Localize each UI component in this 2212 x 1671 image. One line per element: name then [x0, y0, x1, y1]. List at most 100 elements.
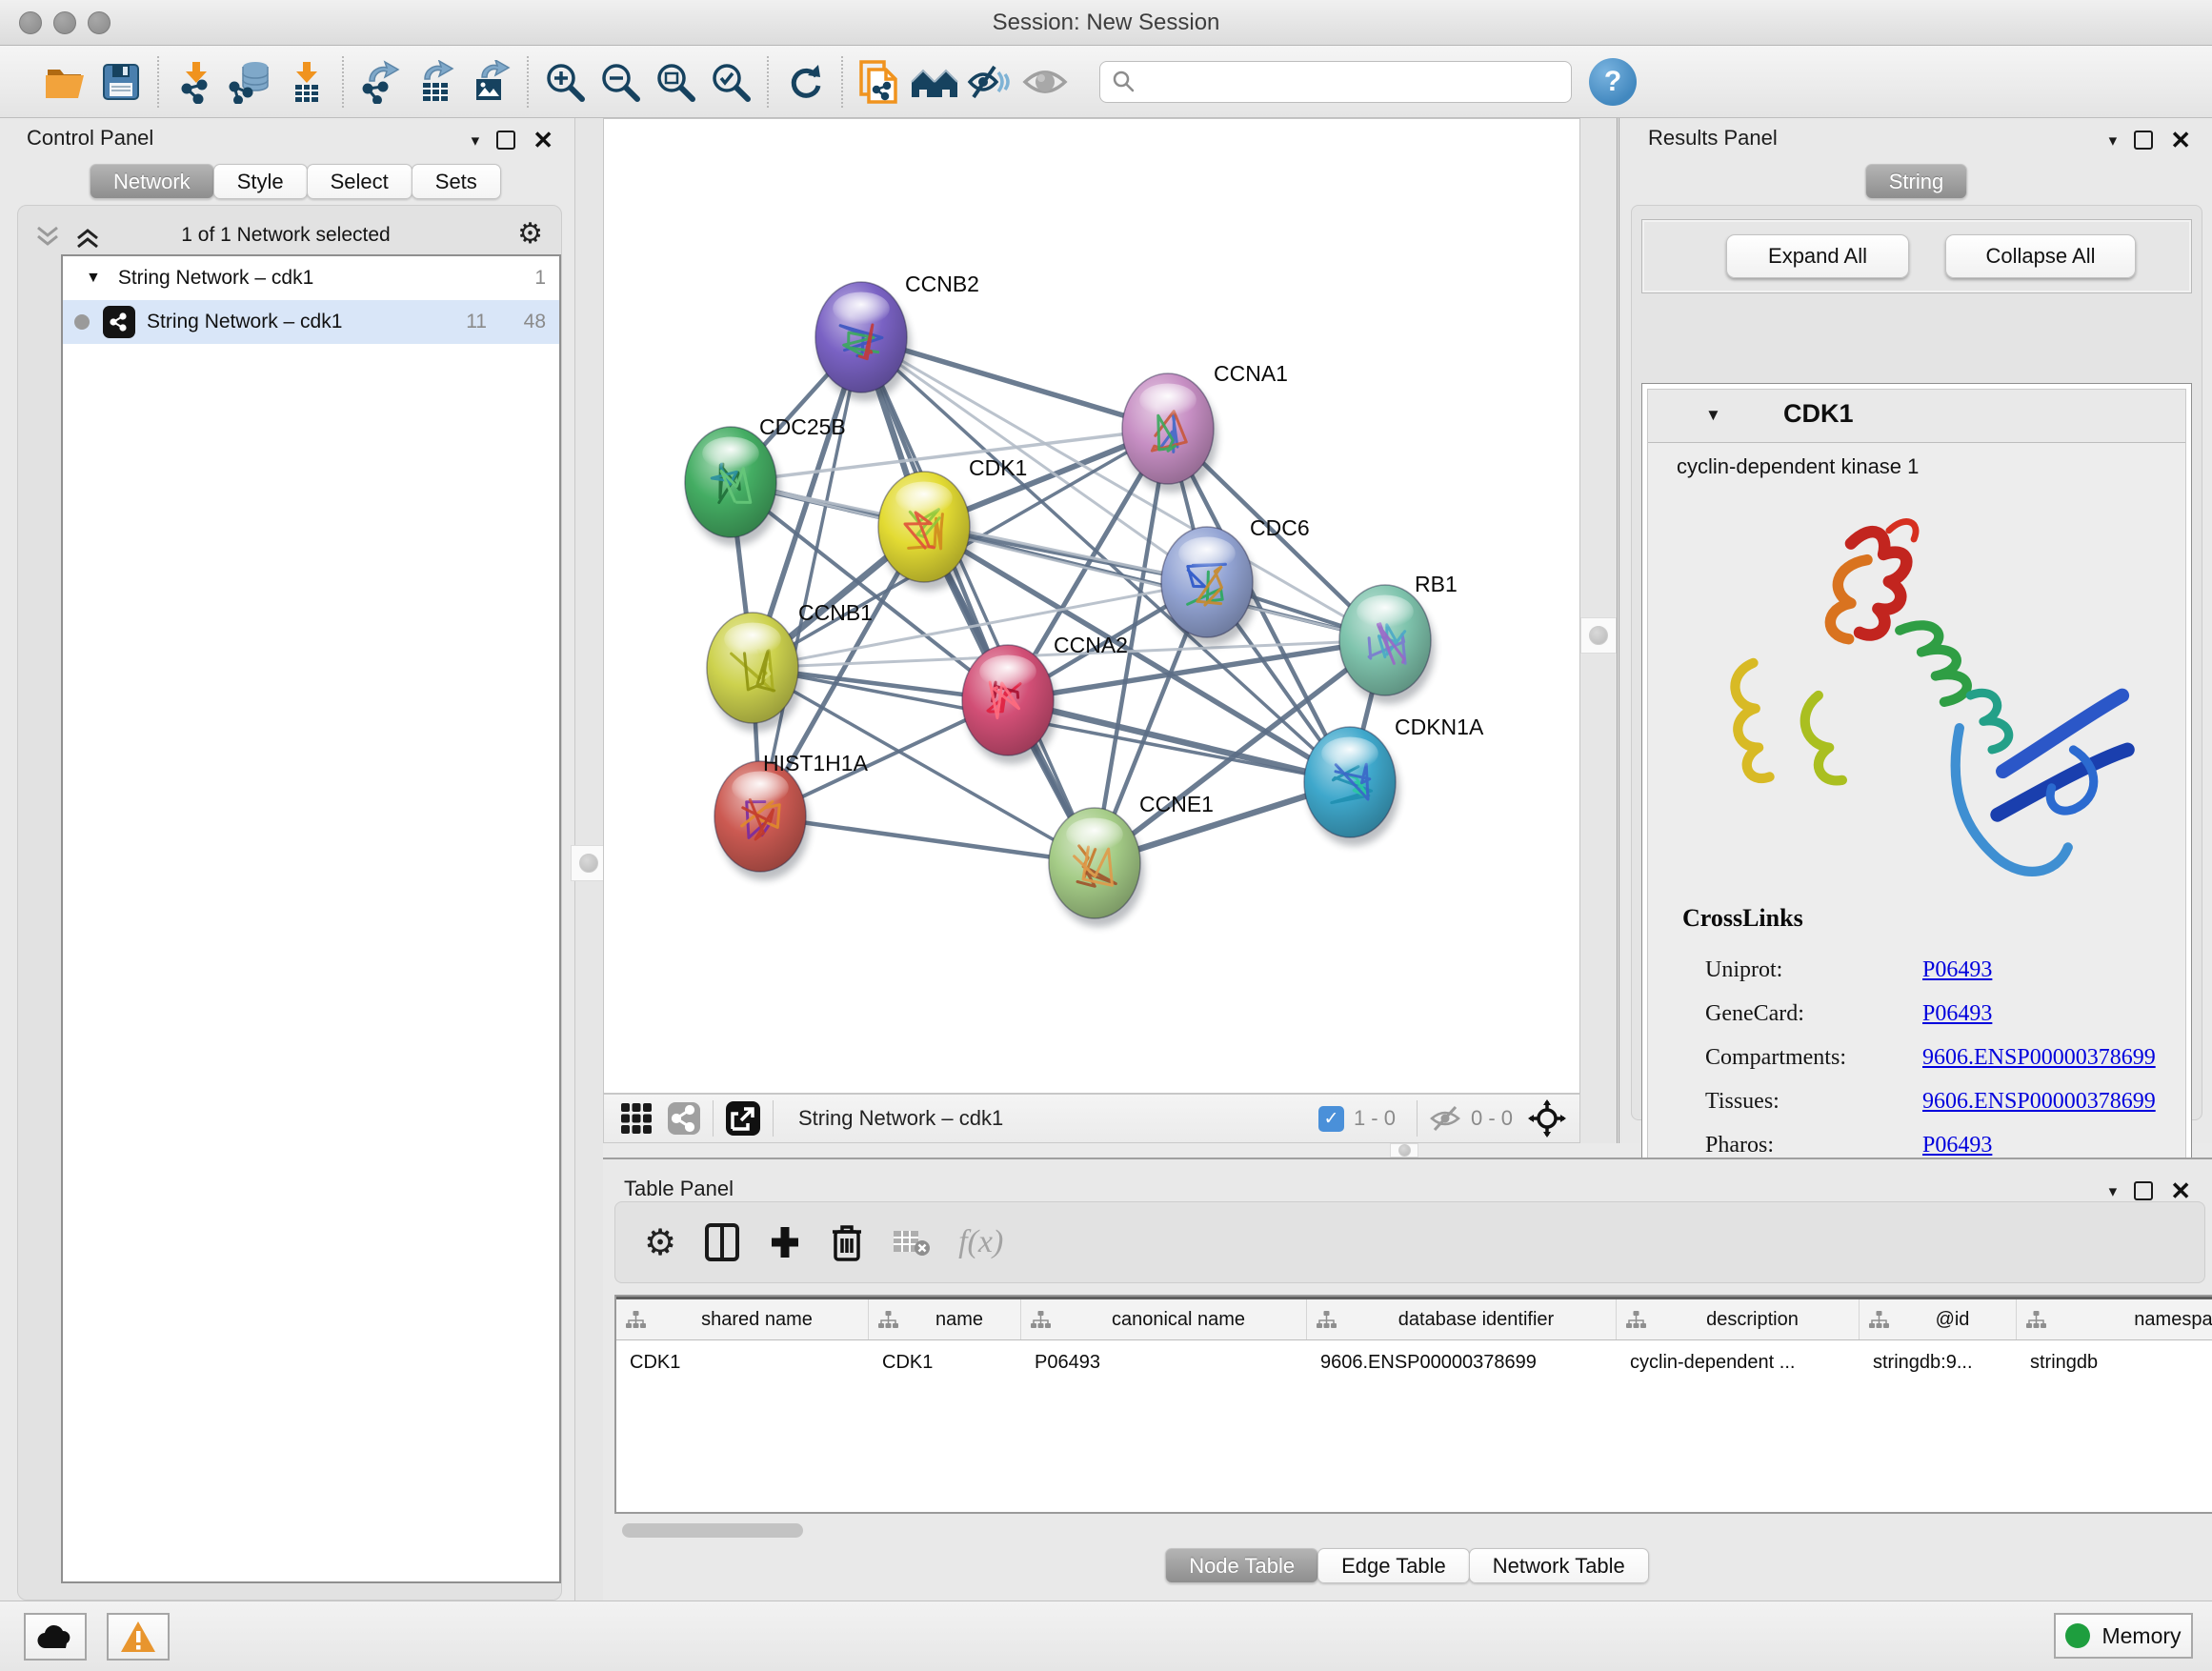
table-panel-menu-caret[interactable]: ▾ [2109, 1183, 2118, 1199]
tab-select[interactable]: Select [307, 164, 412, 199]
table-column-header[interactable]: description [1617, 1299, 1860, 1339]
left-splitter-handle[interactable] [571, 845, 607, 881]
gene-card-header[interactable]: ▼ CDK1 [1648, 390, 2185, 443]
network-node-CCNB1[interactable] [707, 613, 802, 732]
selected-nodes-checkbox[interactable]: ✓ [1318, 1106, 1344, 1132]
control-panel-menu-caret[interactable]: ▾ [472, 132, 480, 149]
right-splitter[interactable] [1580, 118, 1621, 1143]
results-panel-close-button[interactable]: ✕ [2170, 128, 2191, 152]
control-panel-float-button[interactable] [496, 131, 515, 150]
table-options-button[interactable]: ⚙ [644, 1224, 676, 1260]
network-row[interactable]: String Network – cdk1 11 48 [63, 300, 559, 344]
network-node-CCNA2[interactable] [962, 645, 1057, 764]
show-columns-button[interactable] [705, 1223, 739, 1261]
table-horizontal-scrollbar[interactable] [622, 1523, 803, 1538]
crosslink-link[interactable]: P06493 [1922, 957, 1992, 983]
results-panel-float-button[interactable] [2134, 131, 2153, 150]
network-node-RB1[interactable] [1339, 585, 1435, 704]
birdseye-view-button[interactable] [725, 1100, 761, 1137]
open-session-button[interactable] [38, 53, 93, 111]
table-column-header[interactable]: shared name [616, 1299, 869, 1339]
cloud-status-button[interactable] [24, 1613, 87, 1661]
fit-content-button[interactable] [1528, 1099, 1566, 1137]
tab-edge-table[interactable]: Edge Table [1317, 1548, 1470, 1583]
table-row[interactable]: CDK1CDK1P064939606.ENSP00000378699cyclin… [616, 1340, 2212, 1384]
grid-mode-button[interactable] [619, 1101, 654, 1136]
table-splitter-handle[interactable] [1390, 1143, 1418, 1158]
refresh-button[interactable] [777, 53, 833, 111]
save-session-button[interactable] [93, 53, 149, 111]
import-table-file-button[interactable] [278, 53, 333, 111]
table-cell[interactable]: CDK1 [616, 1340, 869, 1384]
export-table-button[interactable] [408, 53, 463, 111]
table-cell[interactable]: stringdb:9... [1860, 1340, 2017, 1384]
delete-column-button[interactable] [831, 1222, 863, 1262]
export-network-button[interactable] [352, 53, 408, 111]
tab-network[interactable]: Network [90, 164, 214, 199]
table-cell[interactable]: CDK1 [869, 1340, 1021, 1384]
table-panel-float-button[interactable] [2134, 1181, 2153, 1200]
tab-sets[interactable]: Sets [412, 164, 501, 199]
tab-network-table[interactable]: Network Table [1469, 1548, 1649, 1583]
network-collection-row[interactable]: ▼ String Network – cdk1 1 [63, 256, 559, 300]
gene-card-expander-icon[interactable]: ▼ [1705, 407, 1721, 423]
network-node-CDC6[interactable] [1161, 527, 1257, 646]
table-cell[interactable]: 9606.ENSP00000378699 [1307, 1340, 1617, 1384]
network-view-canvas[interactable]: CCNB2CCNA1CDC25BCDK1CDC6RB1CCNB1CCNA2CDK… [603, 118, 1580, 1094]
table-column-header[interactable]: canonical name [1021, 1299, 1307, 1339]
table-column-header[interactable]: database identifier [1307, 1299, 1617, 1339]
right-splitter-handle[interactable] [1580, 617, 1617, 654]
string-protein-query-button[interactable] [852, 53, 907, 111]
network-node-CDK1[interactable] [878, 472, 974, 591]
table-cell[interactable]: cyclin-dependent ... [1617, 1340, 1860, 1384]
string-settings-button[interactable] [907, 53, 962, 111]
network-node-CDKN1A[interactable] [1304, 727, 1399, 846]
crosslink-link[interactable]: P06493 [1922, 1001, 1992, 1027]
results-panel-menu-caret[interactable]: ▾ [2109, 132, 2118, 149]
table-panel-close-button[interactable]: ✕ [2170, 1178, 2191, 1203]
hidden-eye-icon[interactable] [1429, 1105, 1461, 1132]
import-network-file-button[interactable] [168, 53, 223, 111]
network-mode-button[interactable] [667, 1101, 701, 1136]
memory-button[interactable]: Memory [2054, 1613, 2193, 1659]
network-node-CCNB2[interactable] [815, 282, 911, 401]
create-column-button[interactable] [768, 1223, 802, 1261]
trash-icon [831, 1222, 863, 1262]
string-glass-effect-button[interactable] [962, 53, 1017, 111]
network-node-CCNE1[interactable] [1049, 808, 1144, 927]
tab-string-results[interactable]: String [1865, 164, 1967, 199]
zoom-fit-button[interactable] [648, 53, 703, 111]
control-panel-close-button[interactable]: ✕ [533, 128, 553, 152]
help-button[interactable]: ? [1589, 58, 1637, 106]
table-column-header[interactable]: name [869, 1299, 1021, 1339]
table-column-header[interactable]: @id [1860, 1299, 2017, 1339]
left-splitter[interactable] [575, 118, 603, 1601]
network-options-gear-icon[interactable]: ⚙ [517, 220, 543, 249]
import-network-database-button[interactable] [223, 53, 278, 111]
zoom-in-button[interactable] [537, 53, 593, 111]
table-column-header[interactable]: namespace [2017, 1299, 2212, 1339]
warnings-button[interactable] [107, 1613, 170, 1661]
zoom-selected-button[interactable] [703, 53, 758, 111]
tab-style[interactable]: Style [213, 164, 308, 199]
network-node-HIST1H1A[interactable] [714, 761, 810, 880]
tab-node-table[interactable]: Node Table [1165, 1548, 1318, 1583]
table-cell[interactable]: P06493 [1021, 1340, 1307, 1384]
delete-table-button[interactable] [892, 1227, 930, 1258]
string-labels-button[interactable] [1017, 53, 1073, 111]
function-builder-button[interactable]: f(x) [958, 1224, 1003, 1260]
search-input[interactable] [1144, 63, 1563, 101]
network-edge[interactable] [861, 337, 1095, 863]
zoom-out-button[interactable] [593, 53, 648, 111]
network-node-CCNA1[interactable] [1122, 373, 1217, 493]
crosslink-link[interactable]: P06493 [1922, 1133, 1992, 1158]
export-image-button[interactable] [463, 53, 518, 111]
table-cell[interactable]: stringdb [2017, 1340, 2212, 1384]
network-edge[interactable] [760, 816, 1095, 863]
network-edge[interactable] [760, 337, 861, 816]
collapse-all-button[interactable]: Collapse All [1945, 234, 2136, 278]
crosslink-link[interactable]: 9606.ENSP00000378699 [1922, 1045, 2156, 1071]
collection-expander-icon[interactable]: ▼ [86, 270, 101, 287]
expand-all-button[interactable]: Expand All [1726, 234, 1909, 278]
crosslink-link[interactable]: 9606.ENSP00000378699 [1922, 1089, 2156, 1115]
